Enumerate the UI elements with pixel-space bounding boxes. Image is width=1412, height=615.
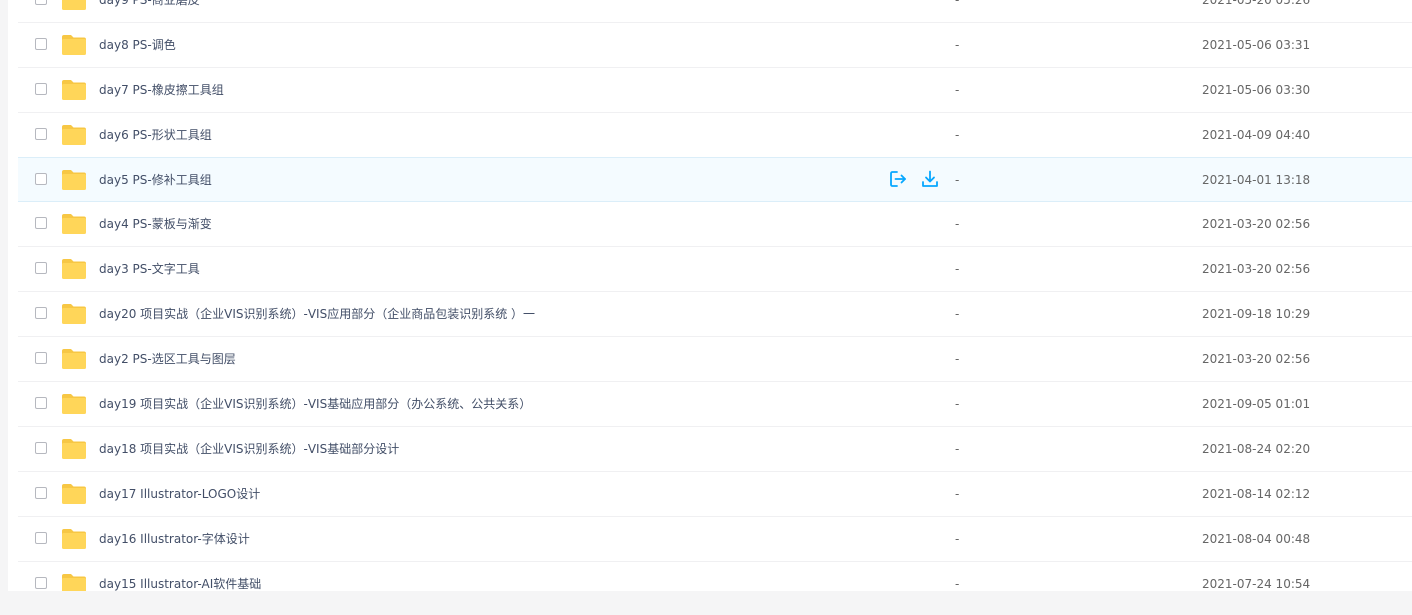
folder-icon (61, 303, 87, 325)
modified-date: 2021-05-20 05:26 (1202, 0, 1311, 7)
file-size: - (955, 0, 960, 7)
file-row[interactable]: day5 PS-修补工具组 - 2021-04-01 13:18 (18, 157, 1412, 202)
file-row[interactable]: day8 PS-调色 - 2021-05-06 03:31 (18, 23, 1412, 68)
file-row[interactable]: day16 Illustrator-字体设计 - 2021-08-04 00:48 (18, 517, 1412, 562)
folder-icon (61, 573, 87, 591)
file-size: - (955, 487, 960, 501)
modified-date: 2021-08-14 02:12 (1202, 487, 1311, 501)
file-name-link[interactable]: day2 PS-选区工具与图层 (99, 350, 236, 368)
file-name-link[interactable]: day7 PS-橡皮擦工具组 (99, 81, 224, 99)
modified-date: 2021-04-09 04:40 (1202, 128, 1311, 142)
file-row[interactable]: day19 项目实战（企业VIS识别系统）-VIS基础应用部分（办公系统、公共关… (18, 382, 1412, 427)
file-size: - (955, 532, 960, 546)
modified-date: 2021-08-24 02:20 (1202, 442, 1311, 456)
folder-icon (61, 34, 87, 56)
file-name-link[interactable]: day6 PS-形状工具组 (99, 126, 212, 144)
row-checkbox[interactable] (35, 262, 47, 274)
file-size: - (955, 173, 960, 187)
share-icon[interactable] (888, 169, 908, 189)
file-size: - (955, 307, 960, 321)
file-size: - (955, 577, 960, 591)
file-row[interactable]: day3 PS-文字工具 - 2021-03-20 02:56 (18, 247, 1412, 292)
row-checkbox[interactable] (35, 532, 47, 544)
row-checkbox[interactable] (35, 128, 47, 140)
modified-date: 2021-09-18 10:29 (1202, 307, 1311, 321)
file-name-link[interactable]: day3 PS-文字工具 (99, 260, 200, 278)
file-name-link[interactable]: day5 PS-修补工具组 (99, 171, 212, 189)
row-checkbox[interactable] (35, 83, 47, 95)
file-name-link[interactable]: day19 项目实战（企业VIS识别系统）-VIS基础应用部分（办公系统、公共关… (99, 395, 531, 413)
folder-icon (61, 528, 87, 550)
row-checkbox[interactable] (35, 577, 47, 589)
folder-icon (61, 213, 87, 235)
file-name-link[interactable]: day16 Illustrator-字体设计 (99, 530, 250, 548)
modified-date: 2021-05-06 03:30 (1202, 83, 1311, 97)
folder-icon (61, 438, 87, 460)
file-size: - (955, 83, 960, 97)
file-row[interactable]: day2 PS-选区工具与图层 - 2021-03-20 02:56 (18, 337, 1412, 382)
row-checkbox[interactable] (35, 38, 47, 50)
file-name-link[interactable]: day15 Illustrator-AI软件基础 (99, 575, 261, 591)
folder-icon (61, 258, 87, 280)
modified-date: 2021-05-06 03:31 (1202, 38, 1311, 52)
file-row[interactable]: day17 Illustrator-LOGO设计 - 2021-08-14 02:1… (18, 472, 1412, 517)
file-row[interactable]: day20 项目实战（企业VIS识别系统）-VIS应用部分（企业商品包装识别系统… (18, 292, 1412, 337)
modified-date: 2021-08-04 00:48 (1202, 532, 1311, 546)
file-size: - (955, 352, 960, 366)
file-name-link[interactable]: day4 PS-蒙板与渐变 (99, 215, 212, 233)
download-icon[interactable] (920, 169, 940, 189)
folder-icon (61, 348, 87, 370)
file-list-panel: day9 PS-商业磨皮 - 2021-05-20 05:26 day8 PS-调色… (8, 0, 1412, 591)
row-checkbox[interactable] (35, 397, 47, 409)
modified-date: 2021-09-05 01:01 (1202, 397, 1311, 411)
file-name-link[interactable]: day18 项目实战（企业VIS识别系统）-VIS基础部分设计 (99, 440, 399, 458)
row-checkbox[interactable] (35, 442, 47, 454)
file-row[interactable]: day18 项目实战（企业VIS识别系统）-VIS基础部分设计 - 2021-08-… (18, 427, 1412, 472)
folder-icon (61, 0, 87, 11)
row-checkbox[interactable] (35, 173, 47, 185)
file-name-link[interactable]: day8 PS-调色 (99, 36, 176, 54)
file-row[interactable]: day15 Illustrator-AI软件基础 - 2021-07-24 10:5… (18, 562, 1412, 591)
file-row[interactable]: day9 PS-商业磨皮 - 2021-05-20 05:26 (18, 0, 1412, 23)
file-size: - (955, 38, 960, 52)
folder-icon (61, 169, 87, 191)
modified-date: 2021-04-01 13:18 (1202, 173, 1311, 187)
file-row[interactable]: day7 PS-橡皮擦工具组 - 2021-05-06 03:30 (18, 68, 1412, 113)
row-checkbox[interactable] (35, 352, 47, 364)
modified-date: 2021-03-20 02:56 (1202, 352, 1311, 366)
row-checkbox[interactable] (35, 217, 47, 229)
row-checkbox[interactable] (35, 307, 47, 319)
modified-date: 2021-03-20 02:56 (1202, 262, 1311, 276)
file-size: - (955, 217, 960, 231)
modified-date: 2021-07-24 10:54 (1202, 577, 1311, 591)
modified-date: 2021-03-20 02:56 (1202, 217, 1311, 231)
file-row[interactable]: day4 PS-蒙板与渐变 - 2021-03-20 02:56 (18, 202, 1412, 247)
row-checkbox[interactable] (35, 487, 47, 499)
file-name-link[interactable]: day9 PS-商业磨皮 (99, 0, 200, 9)
file-list: day9 PS-商业磨皮 - 2021-05-20 05:26 day8 PS-调色… (18, 0, 1412, 591)
folder-icon (61, 124, 87, 146)
file-name-link[interactable]: day17 Illustrator-LOGO设计 (99, 485, 260, 503)
folder-icon (61, 483, 87, 505)
file-size: - (955, 128, 960, 142)
file-size: - (955, 397, 960, 411)
file-row[interactable]: day6 PS-形状工具组 - 2021-04-09 04:40 (18, 113, 1412, 158)
row-checkbox[interactable] (35, 0, 47, 5)
file-size: - (955, 442, 960, 456)
folder-icon (61, 79, 87, 101)
file-size: - (955, 262, 960, 276)
folder-icon (61, 393, 87, 415)
row-actions (888, 169, 940, 191)
file-name-link[interactable]: day20 项目实战（企业VIS识别系统）-VIS应用部分（企业商品包装识别系统… (99, 305, 535, 323)
